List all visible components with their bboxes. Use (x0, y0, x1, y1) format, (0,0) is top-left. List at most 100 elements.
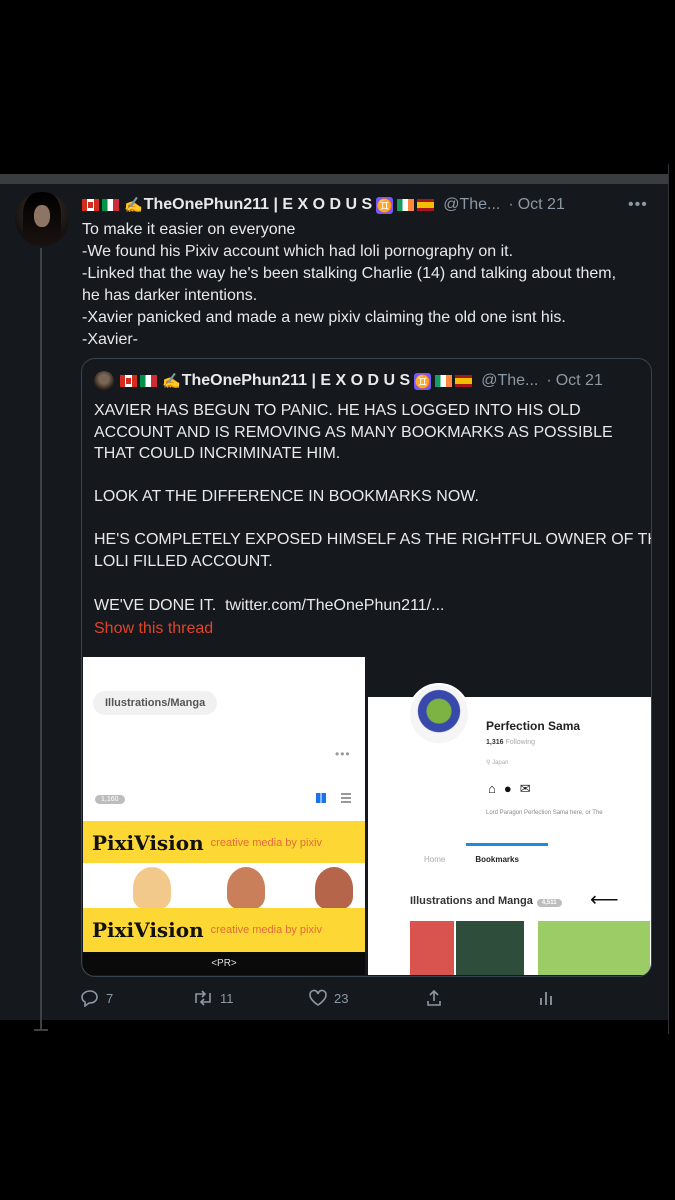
quote-line: THAT COULD INCRIMINATE HIM. (94, 445, 341, 462)
tweet-actions: 7 11 23 (80, 989, 560, 1011)
quote-line: LOOK AT THE DIFFERENCE IN BOOKMARKS NOW. (94, 488, 479, 505)
top-divider (0, 174, 669, 184)
spain-flag-icon (455, 375, 473, 387)
header-separator: · (508, 196, 514, 213)
tweet-text-line: he has darker intentions. (82, 287, 258, 304)
tweet-text-line: -We found his Pixiv account which had lo… (82, 243, 514, 260)
pixivision-logo: PixiVision (92, 831, 204, 855)
tab-home: Home (424, 855, 446, 864)
retweet-button[interactable]: 11 (192, 989, 234, 1007)
thumbnail (315, 867, 353, 909)
tab-bookmarks: Bookmarks (475, 855, 519, 864)
bookmarks-heading: Illustrations and Manga 4,511 (410, 895, 562, 907)
like-count: 23 (334, 990, 349, 1006)
count-badge: 1,160 (95, 795, 125, 804)
profile-bio: Lord Paragon Perfection Sama here, or Th… (486, 810, 603, 816)
like-button[interactable]: 23 (308, 989, 348, 1007)
grid-view-icon (316, 793, 326, 803)
author-handle[interactable]: @The... (443, 196, 500, 214)
thumbnail (538, 921, 650, 975)
spain-flag-icon (417, 199, 435, 211)
reply-icon (81, 990, 98, 1007)
retweet-count: 11 (220, 990, 234, 1006)
ireland-flag-icon (435, 375, 453, 387)
tweet-text: To make it easier on everyone -We found … (82, 219, 652, 351)
following-count: 1,316 Following (486, 739, 536, 746)
home-icon: ⌂ (488, 781, 496, 796)
tweet-text-line: -Xavier- (82, 331, 139, 348)
tweet-date[interactable]: Oct 21 (518, 196, 565, 214)
tweet-header: ✍ TheOnePhun211 | E X O D U S ♊ @The... … (82, 195, 565, 215)
quoted-author-avatar (94, 371, 114, 391)
profile-card: Perfection Sama 1,316 Following ⚲ Japan … (368, 683, 651, 975)
thumbnail (133, 867, 171, 909)
tweet-text-line: -Linked that the way he's been stalking … (82, 265, 617, 282)
mail-icon: ✉ (519, 781, 531, 796)
more-options-icon[interactable]: ••• (628, 196, 648, 214)
pixiv-screenshot-left[interactable]: Illustrations/Manga ••• 1,160 PixiVision… (83, 657, 365, 975)
italy-flag-icon (102, 199, 119, 211)
tweet-text-line: -Xavier panicked and made a new pixiv cl… (82, 309, 566, 326)
quoted-tweet-text: XAVIER HAS BEGUN TO PANIC. HE HAS LOGGED… (94, 400, 652, 640)
author-avatar[interactable] (15, 192, 69, 246)
gemini-icon: ♊ (414, 372, 432, 390)
tweet-text-line: To make it easier on everyone (82, 221, 296, 238)
reply-count: 7 (106, 990, 114, 1006)
show-thread-link[interactable]: Show this thread (94, 618, 642, 640)
quoted-author-name: TheOnePhun211 | E X O D U S (181, 372, 411, 389)
retweet-icon (195, 990, 211, 1006)
thread-line (40, 248, 42, 1030)
thumbnail (456, 921, 524, 975)
writing-hand-icon: ✍ (162, 373, 181, 390)
writing-hand-icon: ✍ (124, 197, 143, 214)
location: ⚲ Japan (486, 760, 509, 766)
share-button[interactable] (425, 989, 449, 1007)
list-view-icon (341, 793, 351, 803)
analytics-button[interactable] (538, 989, 560, 1007)
profile-avatar (408, 683, 470, 745)
gemini-icon: ♊ (376, 196, 394, 214)
canada-flag-icon (120, 375, 137, 387)
left-arrow-icon: ⟵ (590, 889, 619, 911)
banner-tagline: creative media by pixiv (210, 924, 322, 936)
analytics-icon (540, 992, 552, 1005)
category-pill: Illustrations/Manga (93, 691, 218, 715)
banner-tagline: creative media by pixiv (210, 837, 322, 849)
quoted-tweet-date: Oct 21 (555, 372, 603, 389)
quote-line-last: WE'VE DONE IT. twitter.com/TheOnePhun211… (94, 595, 642, 617)
pixivision-banner: PixiVision creative media by pixiv (83, 821, 365, 865)
profile-links: ⌂ ● ✉ (488, 781, 531, 797)
reply-button[interactable]: 7 (80, 989, 113, 1007)
thumbnail (410, 921, 454, 975)
quote-line (94, 572, 642, 594)
header-separator: · (546, 372, 552, 389)
pixivision-logo: PixiVision (92, 918, 204, 942)
quote-line: LOLI FILLED ACCOUNT. (94, 552, 273, 570)
quoted-author-handle: @The... (481, 372, 539, 389)
quote-line: XAVIER HAS BEGUN TO PANIC. HE HAS LOGGED… (94, 402, 581, 419)
quoted-tweet-header: ✍ TheOnePhun211 | E X O D U S ♊ @The... … (94, 371, 603, 391)
share-icon (427, 989, 441, 1006)
pr-label: <PR> (83, 952, 365, 975)
thumbnail-row (83, 863, 365, 909)
pixivision-banner: PixiVision creative media by pixiv (83, 908, 365, 952)
ireland-flag-icon (397, 199, 415, 211)
quote-line: ACCOUNT AND IS REMOVING AS MANY BOOKMARK… (94, 423, 613, 441)
profile-tabs: Home Bookmarks (424, 855, 519, 864)
active-tab-indicator (466, 843, 548, 846)
quote-final-text: WE'VE DONE IT. (94, 596, 217, 614)
canada-flag-icon (82, 199, 99, 211)
quote-line: HE'S COMPLETELY EXPOSED HIMSELF AS THE R… (94, 531, 652, 548)
pixiv-screenshot-right[interactable]: Perfection Sama 1,316 Following ⚲ Japan … (368, 657, 651, 975)
quote-link[interactable]: twitter.com/TheOnePhun211/... (225, 597, 444, 614)
quoted-tweet[interactable]: ✍ TheOnePhun211 | E X O D U S ♊ @The... … (81, 358, 652, 977)
italy-flag-icon (140, 375, 157, 387)
quote-line (94, 508, 642, 530)
user-icon: ● (503, 781, 512, 796)
more-icon: ••• (335, 747, 351, 761)
heart-icon (309, 989, 327, 1006)
author-name[interactable]: TheOnePhun211 | E X O D U S (144, 196, 373, 214)
thumbnail (227, 867, 265, 909)
thread-line-end (34, 1029, 48, 1031)
profile-name: Perfection Sama (486, 719, 581, 733)
